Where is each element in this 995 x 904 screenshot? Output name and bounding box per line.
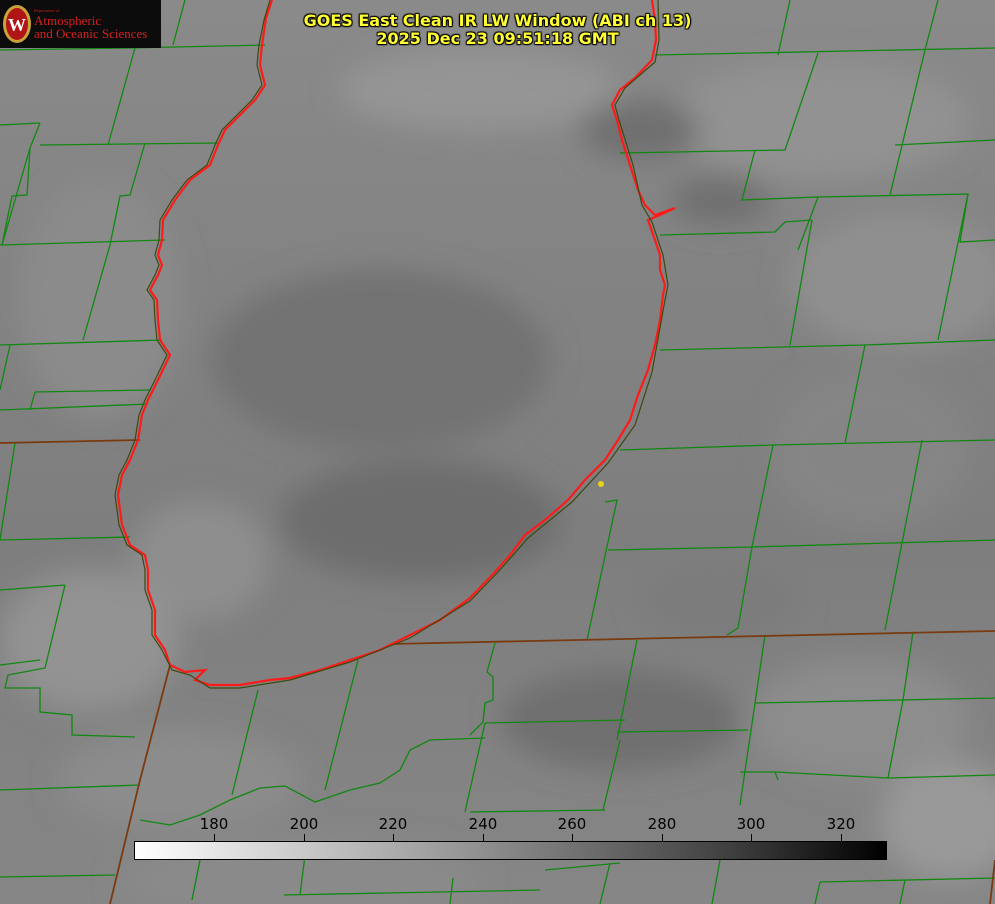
colorbar-label-240: 240 bbox=[468, 815, 498, 833]
aos-logo: W Department of Atmospheric and Oceanic … bbox=[0, 0, 161, 48]
colorbar-tick-240 bbox=[483, 834, 484, 842]
colorbar-tick-180 bbox=[214, 834, 215, 842]
colorbar-tick-320 bbox=[841, 834, 842, 842]
station-marker bbox=[598, 481, 604, 487]
colorbar-tick-300 bbox=[751, 834, 752, 842]
colorbar-tick-200 bbox=[304, 834, 305, 842]
colorbar-label-300: 300 bbox=[736, 815, 766, 833]
colorbar-tick-260 bbox=[572, 834, 573, 842]
colorbar-label-280: 280 bbox=[647, 815, 677, 833]
colorbar-tick-220 bbox=[393, 834, 394, 842]
satellite-image-view: GOES East Clean IR LW Window (ABI ch 13)… bbox=[0, 0, 995, 904]
map-overlay bbox=[0, 0, 995, 904]
logo-line2: and Oceanic Sciences bbox=[34, 26, 148, 41]
colorbar-label-200: 200 bbox=[289, 815, 319, 833]
temperature-colorbar bbox=[134, 841, 887, 860]
svg-text:W: W bbox=[8, 15, 26, 35]
colorbar-label-220: 220 bbox=[378, 815, 408, 833]
uw-seal-icon: W bbox=[3, 5, 31, 43]
colorbar-label-320: 320 bbox=[826, 815, 856, 833]
colorbar-label-260: 260 bbox=[557, 815, 587, 833]
colorbar-tick-280 bbox=[662, 834, 663, 842]
colorbar-label-180: 180 bbox=[199, 815, 229, 833]
